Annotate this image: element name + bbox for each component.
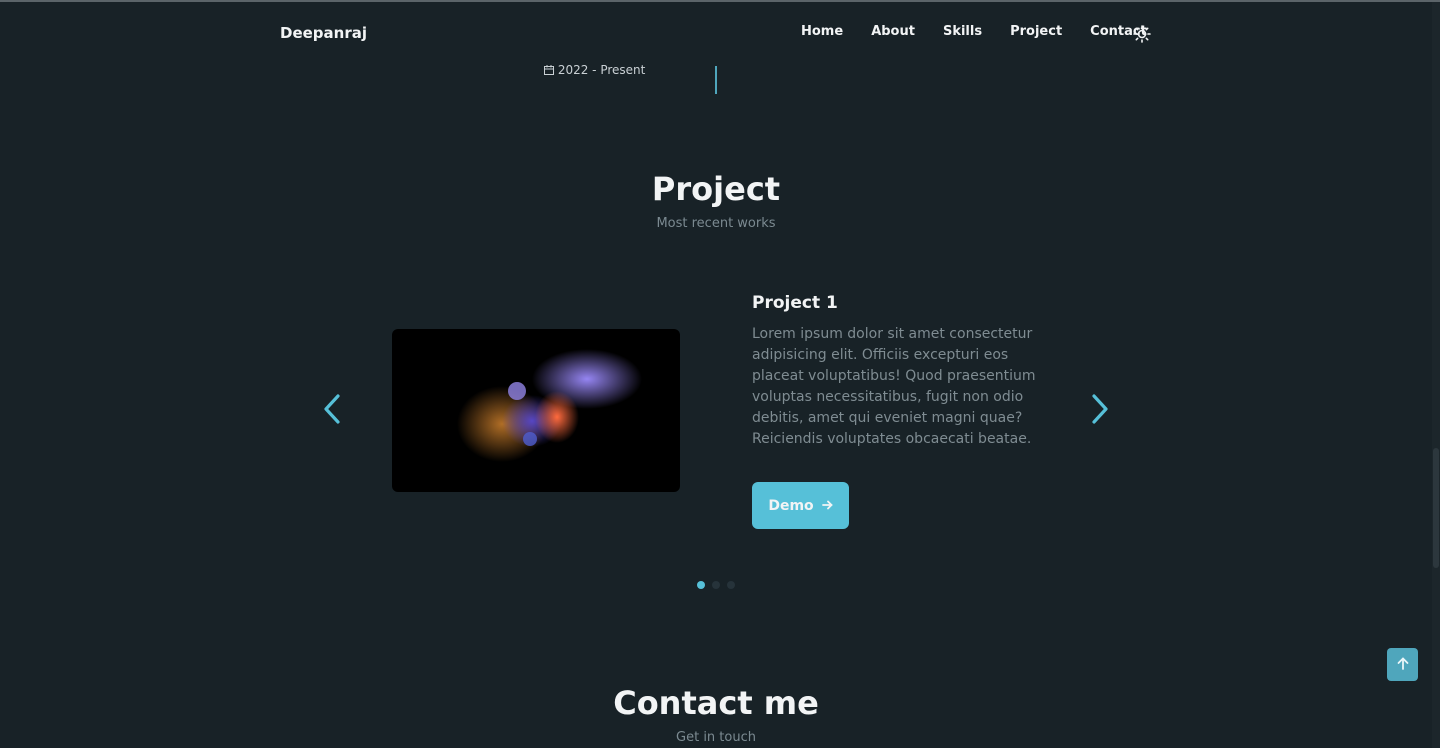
arrow-right-icon xyxy=(821,498,833,514)
project-description: Lorem ipsum dolor sit amet consectetur a… xyxy=(752,326,1036,447)
nav-skills[interactable]: Skills xyxy=(943,24,982,39)
nav-home[interactable]: Home xyxy=(801,24,843,39)
slider-dot[interactable] xyxy=(697,581,705,589)
qualification-date: 2022 - Present xyxy=(544,63,645,77)
site-header: Deepanraj Home About Skills Project Cont… xyxy=(0,2,1432,66)
project-title: Project 1 xyxy=(752,293,838,313)
project-section-subtitle: Most recent works xyxy=(656,216,776,231)
arrow-up-icon xyxy=(1397,655,1409,674)
page-scrollbar[interactable] xyxy=(1432,2,1440,748)
qualification-date-text: 2022 - Present xyxy=(557,63,646,77)
project-section-title: Project xyxy=(651,170,781,208)
scrollbar-thumb[interactable] xyxy=(1433,448,1439,568)
nav-project[interactable]: Project xyxy=(1010,24,1062,39)
chevron-right-icon[interactable] xyxy=(1088,393,1112,425)
slider-pagination xyxy=(697,581,735,589)
chevron-left-icon[interactable] xyxy=(320,393,344,425)
nav-about[interactable]: About xyxy=(871,24,915,39)
slider-dot[interactable] xyxy=(727,581,735,589)
main-nav: Home About Skills Project Contact xyxy=(801,24,1147,39)
project-image xyxy=(392,329,680,492)
sun-icon[interactable] xyxy=(1133,25,1151,43)
demo-button[interactable]: Demo xyxy=(752,482,849,529)
calendar-icon xyxy=(544,63,558,77)
qualification-timeline-line xyxy=(715,66,717,94)
logo[interactable]: Deepanraj xyxy=(280,24,367,42)
demo-button-label: Demo xyxy=(768,497,814,514)
contact-section-subtitle: Get in touch xyxy=(676,730,756,745)
contact-section-title: Contact me xyxy=(613,684,819,722)
scroll-up-button[interactable] xyxy=(1387,648,1418,681)
slider-dot[interactable] xyxy=(712,581,720,589)
